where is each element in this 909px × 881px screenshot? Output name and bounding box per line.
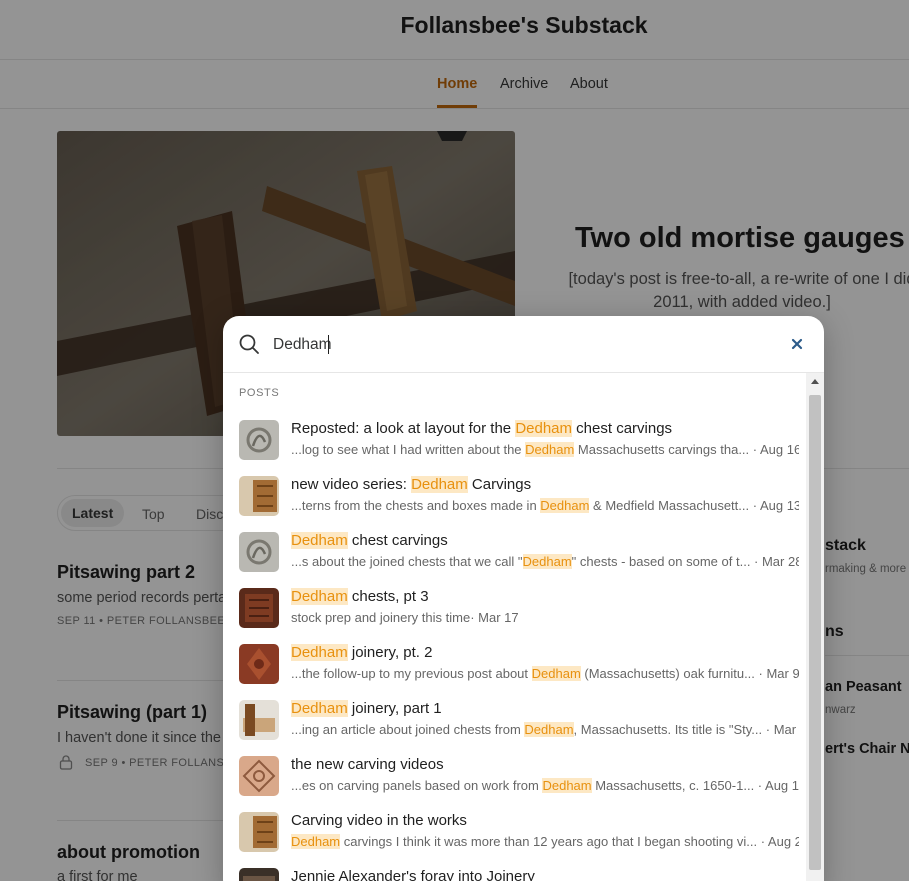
result-title: the new carving videos	[291, 756, 444, 773]
search-bar	[223, 316, 824, 373]
result-thumbnail	[239, 812, 279, 852]
search-result[interactable]: Dedham joinery, part 1 ...ing an article…	[239, 698, 799, 742]
chest-thumbnail-image	[239, 588, 279, 628]
result-title: Carving video in the works	[291, 812, 467, 829]
result-title: Dedham chests, pt 3	[291, 588, 429, 605]
search-result[interactable]: Carving video in the works Dedham carvin…	[239, 810, 799, 854]
result-thumbnail	[239, 644, 279, 684]
result-title: Dedham joinery, pt. 2	[291, 644, 433, 661]
search-result[interactable]: the new carving videos ...es on carving …	[239, 754, 799, 798]
result-title: Dedham joinery, part 1	[291, 700, 442, 717]
carving-thumbnail-image	[239, 644, 279, 684]
result-thumbnail	[239, 700, 279, 740]
scrollbar-thumb[interactable]	[809, 395, 821, 870]
carving-thumbnail-image	[239, 532, 279, 572]
result-thumbnail	[239, 476, 279, 516]
carving-thumbnail-image	[239, 476, 279, 516]
joinery-thumbnail-image	[239, 700, 279, 740]
joinery-thumbnail-image	[239, 868, 279, 881]
result-thumbnail	[239, 588, 279, 628]
carving-thumbnail-image	[239, 812, 279, 852]
carving-panel-thumbnail-image	[239, 756, 279, 796]
search-result[interactable]: Reposted: a look at layout for the Dedha…	[239, 418, 799, 462]
result-snippet: stock prep and joinery this time· Mar 17	[291, 610, 519, 625]
result-title: new video series: Dedham Carvings	[291, 476, 532, 493]
search-modal: POSTS Reposted: a look at layout for the…	[223, 316, 824, 881]
result-thumbnail	[239, 868, 279, 881]
result-snippet: ...log to see what I had written about t…	[291, 442, 799, 457]
search-result[interactable]: Dedham chests, pt 3 stock prep and joine…	[239, 586, 799, 630]
close-icon[interactable]	[789, 336, 805, 352]
carving-thumbnail-image	[239, 420, 279, 460]
search-result[interactable]: new video series: Dedham Carvings ...ter…	[239, 474, 799, 518]
result-title: Jennie Alexander's foray into Joinery	[291, 868, 535, 881]
result-title: Dedham chest carvings	[291, 532, 448, 549]
text-caret	[328, 335, 329, 354]
result-snippet: ...the follow-up to my previous post abo…	[291, 666, 799, 681]
search-result[interactable]: Dedham joinery, pt. 2 ...the follow-up t…	[239, 642, 799, 686]
search-icon	[239, 334, 259, 354]
result-title: Reposted: a look at layout for the Dedha…	[291, 420, 673, 437]
result-thumbnail	[239, 756, 279, 796]
result-snippet: ...terns from the chests and boxes made …	[291, 498, 799, 513]
results-scrollbar[interactable]	[806, 373, 824, 881]
scroll-up-arrow-icon[interactable]	[811, 379, 819, 384]
search-result[interactable]: Dedham chest carvings ...s about the joi…	[239, 530, 799, 574]
result-snippet: ...ing an article about joined chests fr…	[291, 722, 799, 737]
result-snippet: ...s about the joined chests that we cal…	[291, 554, 799, 569]
result-thumbnail	[239, 532, 279, 572]
search-input[interactable]	[273, 332, 763, 358]
result-snippet: ...es on carving panels based on work fr…	[291, 778, 799, 793]
search-result[interactable]: Jennie Alexander's foray into Joinery	[239, 866, 799, 881]
result-thumbnail	[239, 420, 279, 460]
results-section-label: POSTS	[239, 387, 280, 399]
result-snippet: Dedham carvings I think it was more than…	[291, 834, 799, 849]
